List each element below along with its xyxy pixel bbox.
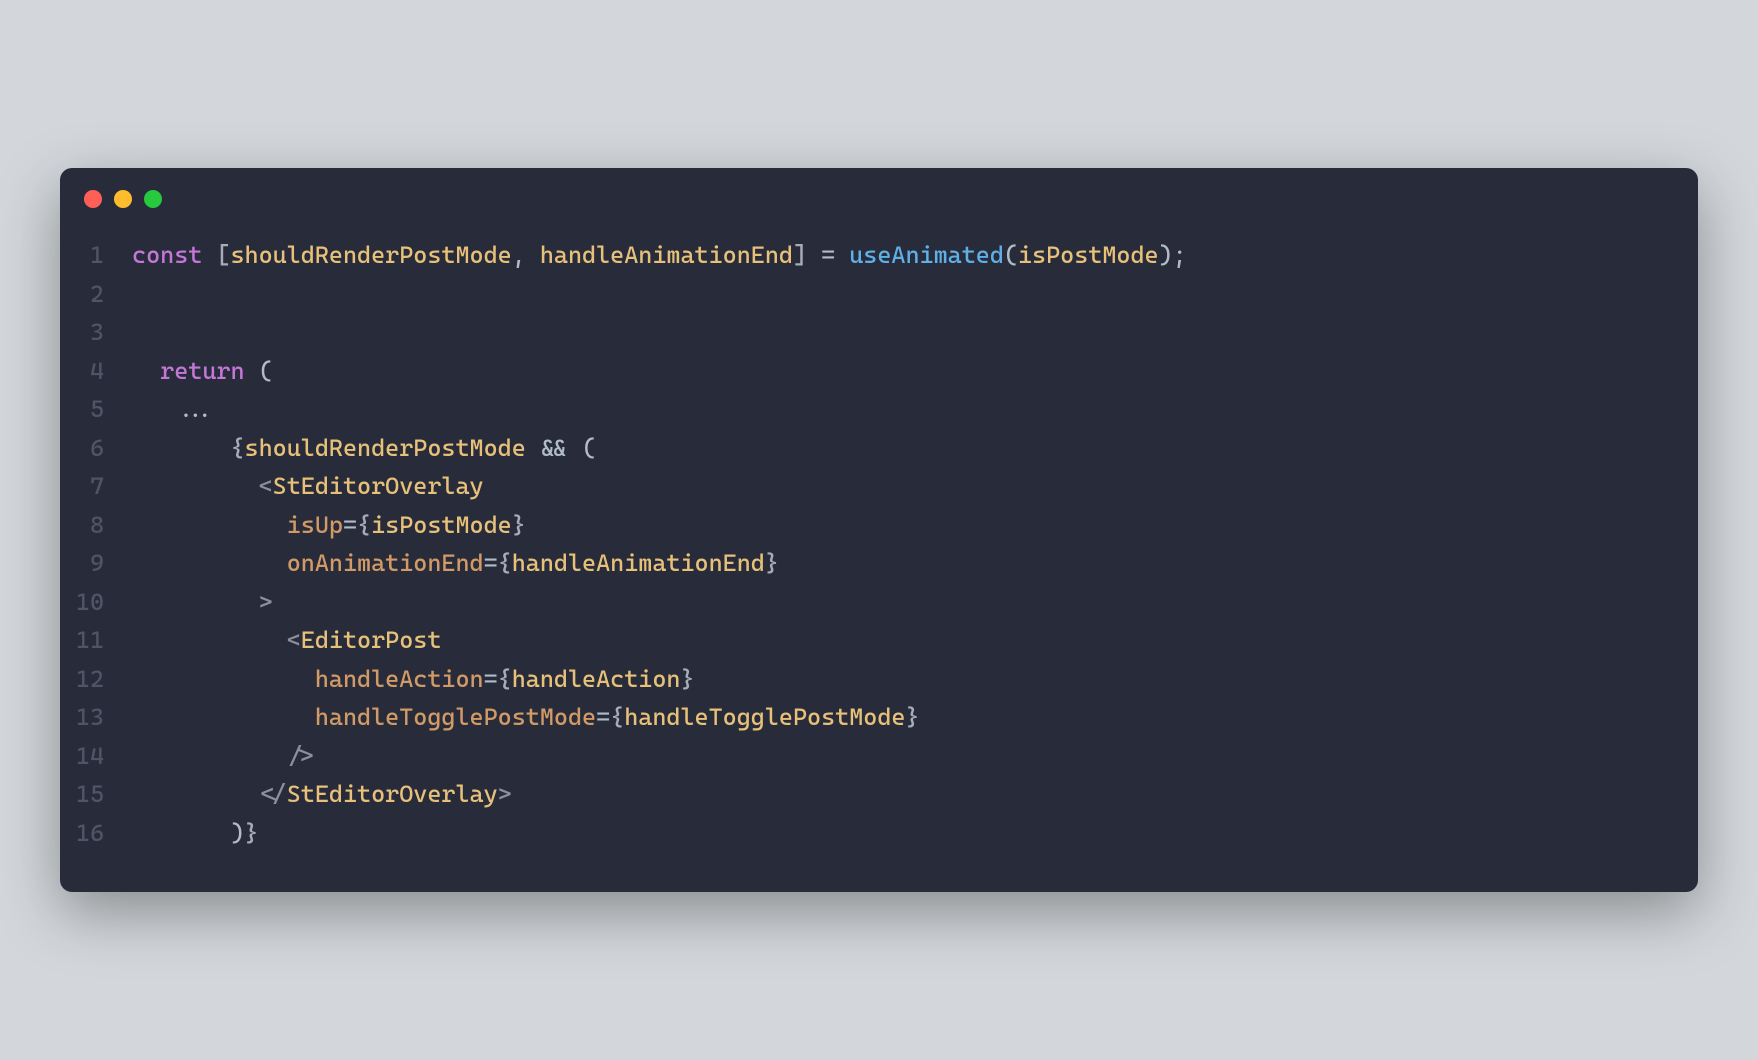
line-number: 10 (60, 583, 132, 622)
line-number: 11 (60, 621, 132, 660)
code-line: 10 > (60, 583, 1666, 622)
code-editor-window: 1 const [shouldRenderPostMode, handleAni… (60, 168, 1698, 892)
line-number: 3 (60, 313, 132, 352)
code-line: 14 /> (60, 737, 1666, 776)
code-line: 5 ... (60, 390, 1666, 429)
code-content: /> (132, 737, 315, 776)
code-line: 1 const [shouldRenderPostMode, handleAni… (60, 236, 1666, 275)
code-content: ... (132, 390, 216, 429)
code-content: handleTogglePostMode={handleTogglePostMo… (132, 698, 920, 737)
window-titlebar (60, 168, 1698, 218)
code-line: 11 <EditorPost (60, 621, 1666, 660)
line-number: 15 (60, 775, 132, 814)
code-line: 3 (60, 313, 1666, 352)
code-content: {shouldRenderPostMode && ( (132, 429, 596, 468)
code-content: handleAction={handleAction} (132, 660, 695, 699)
line-number: 12 (60, 660, 132, 699)
code-line: 6 {shouldRenderPostMode && ( (60, 429, 1666, 468)
line-number: 13 (60, 698, 132, 737)
code-content: isUp={isPostMode} (132, 506, 526, 545)
code-content: </StEditorOverlay> (132, 775, 512, 814)
line-number: 2 (60, 275, 132, 314)
code-line: 8 isUp={isPostMode} (60, 506, 1666, 545)
maximize-icon[interactable] (144, 190, 162, 208)
code-line: 16 )} (60, 814, 1666, 853)
line-number: 8 (60, 506, 132, 545)
code-content: <EditorPost (132, 621, 441, 660)
line-number: 4 (60, 352, 132, 391)
line-number: 9 (60, 544, 132, 583)
code-line: 2 (60, 275, 1666, 314)
code-content: > (132, 583, 273, 622)
line-number: 7 (60, 467, 132, 506)
code-line: 13 handleTogglePostMode={handleTogglePos… (60, 698, 1666, 737)
line-number: 14 (60, 737, 132, 776)
minimize-icon[interactable] (114, 190, 132, 208)
line-number: 5 (60, 390, 132, 429)
code-content: <StEditorOverlay (132, 467, 484, 506)
code-content: const [shouldRenderPostMode, handleAnima… (132, 236, 1187, 275)
code-line: 12 handleAction={handleAction} (60, 660, 1666, 699)
code-content: return ( (132, 352, 273, 391)
code-line: 15 </StEditorOverlay> (60, 775, 1666, 814)
code-line: 4 return ( (60, 352, 1666, 391)
line-number: 1 (60, 236, 132, 275)
close-icon[interactable] (84, 190, 102, 208)
code-line: 9 onAnimationEnd={handleAnimationEnd} (60, 544, 1666, 583)
line-number: 16 (60, 814, 132, 853)
line-number: 6 (60, 429, 132, 468)
code-line: 7 <StEditorOverlay (60, 467, 1666, 506)
code-area[interactable]: 1 const [shouldRenderPostMode, handleAni… (60, 218, 1698, 892)
code-content: onAnimationEnd={handleAnimationEnd} (132, 544, 779, 583)
code-content: )} (132, 814, 259, 853)
